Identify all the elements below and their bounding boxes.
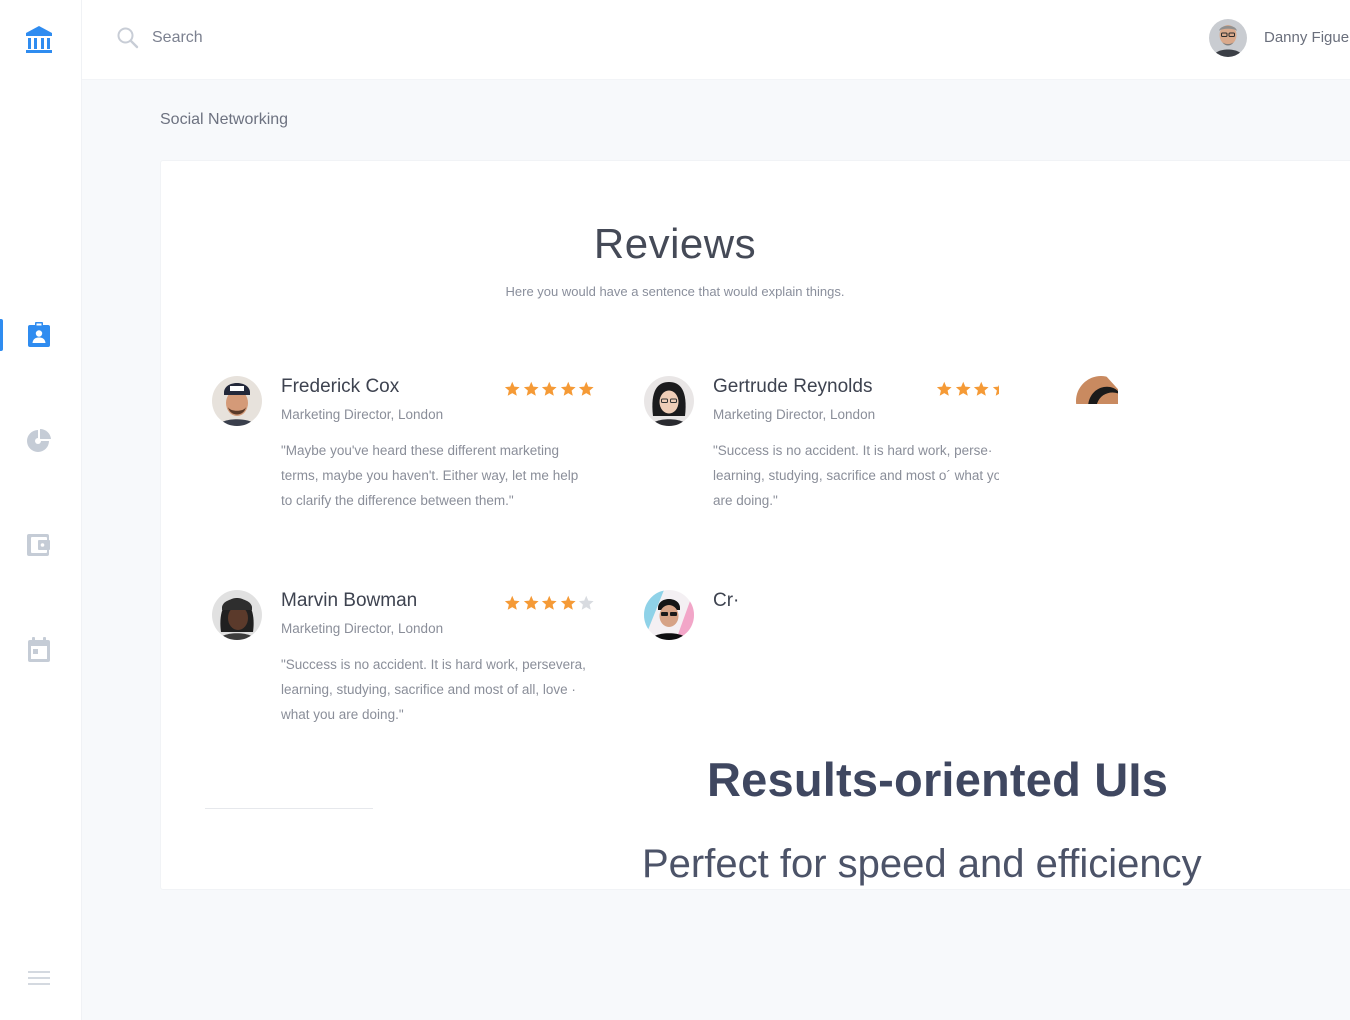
star-icon: [578, 595, 594, 610]
star-icon: [504, 595, 520, 610]
star-rating: [504, 381, 596, 397]
star-icon: [578, 381, 594, 396]
review-role: Marketing Director, London: [281, 407, 444, 422]
star-icon: [541, 595, 557, 610]
star-rating: [504, 595, 596, 611]
review-card: Marvin Bowman Marketing Director, London…: [212, 590, 612, 760]
star-icon: [504, 381, 520, 396]
review-author: Gertrude Reynolds: [713, 376, 873, 397]
sidebar-item-contacts[interactable]: [0, 319, 53, 351]
user-avatar[interactable]: [1209, 19, 1247, 57]
avatar: [644, 376, 694, 426]
review-author: Frederick Cox: [281, 376, 400, 397]
star-rating: [936, 381, 999, 397]
topbar: Danny Figuer: [82, 0, 1350, 80]
avatar: [212, 590, 262, 640]
review-card: Gertrude Reynolds Marketing Director, Lo…: [644, 376, 999, 546]
sidebar-item-calendar[interactable]: [25, 636, 53, 664]
star-icon: [992, 383, 999, 396]
review-role: Marketing Director, London: [713, 407, 876, 422]
search-icon[interactable]: [116, 26, 140, 50]
review-author: Marvin Bowman: [281, 590, 418, 611]
sidebar-item-analytics[interactable]: [25, 427, 53, 455]
calendar-icon: [28, 637, 50, 662]
review-quote: "Success is no accident. It is hard work…: [713, 443, 999, 508]
review-author: Cr·: [713, 590, 740, 611]
sidebar: [0, 0, 82, 1020]
star-icon: [973, 381, 989, 396]
search-input[interactable]: [152, 26, 452, 50]
divider: [205, 808, 373, 809]
review-quote: "Maybe you've heard these different mark…: [281, 443, 579, 508]
star-icon: [560, 595, 576, 610]
breadcrumb: Social Networking: [160, 111, 289, 128]
menu-icon[interactable]: [27, 969, 51, 987]
user-name[interactable]: Danny Figuer: [1264, 29, 1350, 46]
page-title: Reviews: [593, 220, 757, 267]
page-subtitle: Here you would have a sentence that woul…: [505, 284, 845, 299]
star-icon: [523, 595, 539, 610]
review-quote: "Success is no accident. It is hard work…: [281, 657, 586, 722]
wallet-icon: [27, 534, 50, 556]
star-icon: [936, 381, 952, 396]
hero-title: Results-oriented UIs: [707, 753, 1169, 806]
sidebar-item-wallet[interactable]: [25, 531, 53, 559]
star-icon: [541, 381, 557, 396]
contact-card-icon: [28, 322, 50, 347]
review-card: Frederick Cox Marketing Director, London…: [212, 376, 612, 546]
bank-icon[interactable]: [24, 24, 54, 56]
review-role: Marketing Director, London: [281, 621, 444, 636]
star-icon: [955, 381, 971, 396]
hero-subtitle: Perfect for speed and efficiency: [642, 842, 1202, 886]
review-card: Cr·: [644, 590, 754, 760]
avatar: [212, 376, 262, 426]
star-icon: [523, 381, 539, 396]
avatar: [1076, 376, 1118, 404]
star-icon: [560, 381, 576, 396]
pie-chart-icon: [27, 428, 51, 452]
avatar: [644, 590, 694, 640]
